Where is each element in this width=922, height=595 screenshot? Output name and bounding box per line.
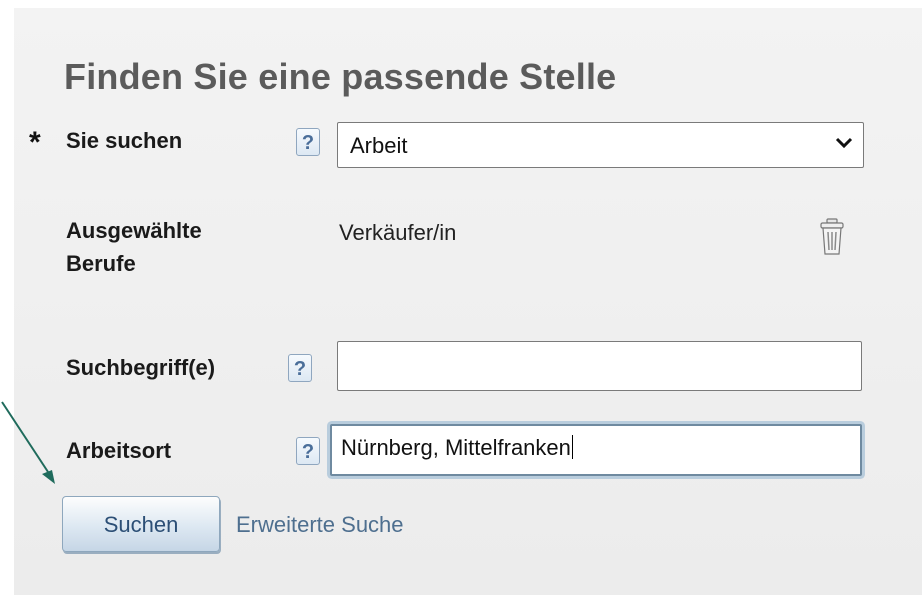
- selected-jobs-label-line2: Berufe: [66, 251, 136, 276]
- chevron-down-icon: [835, 137, 853, 149]
- location-label: Arbeitsort: [66, 438, 172, 463]
- help-icon[interactable]: ?: [296, 437, 320, 465]
- keywords-input[interactable]: [337, 341, 862, 391]
- text-caret: [571, 435, 573, 459]
- search-type-value: Arbeit: [350, 133, 408, 158]
- keywords-label: Suchbegriff(e): [66, 355, 216, 380]
- page-title: Finden Sie eine passende Stelle: [64, 56, 617, 97]
- location-input[interactable]: Nürnberg, Mittelfranken: [330, 424, 862, 476]
- search-button[interactable]: Suchen: [62, 496, 220, 552]
- selected-job-value: Verkäufer/in: [339, 220, 457, 245]
- trash-icon[interactable]: [818, 218, 846, 256]
- help-icon[interactable]: ?: [296, 128, 320, 156]
- help-icon[interactable]: ?: [288, 354, 312, 382]
- advanced-search-link[interactable]: Erweiterte Suche: [236, 512, 404, 538]
- selected-jobs-label-line1: Ausgewählte: [66, 218, 202, 243]
- search-type-select[interactable]: Arbeit: [337, 122, 864, 168]
- required-marker: *: [29, 126, 41, 159]
- location-input-value: Nürnberg, Mittelfranken: [341, 435, 573, 460]
- search-type-label: Sie suchen: [66, 128, 183, 153]
